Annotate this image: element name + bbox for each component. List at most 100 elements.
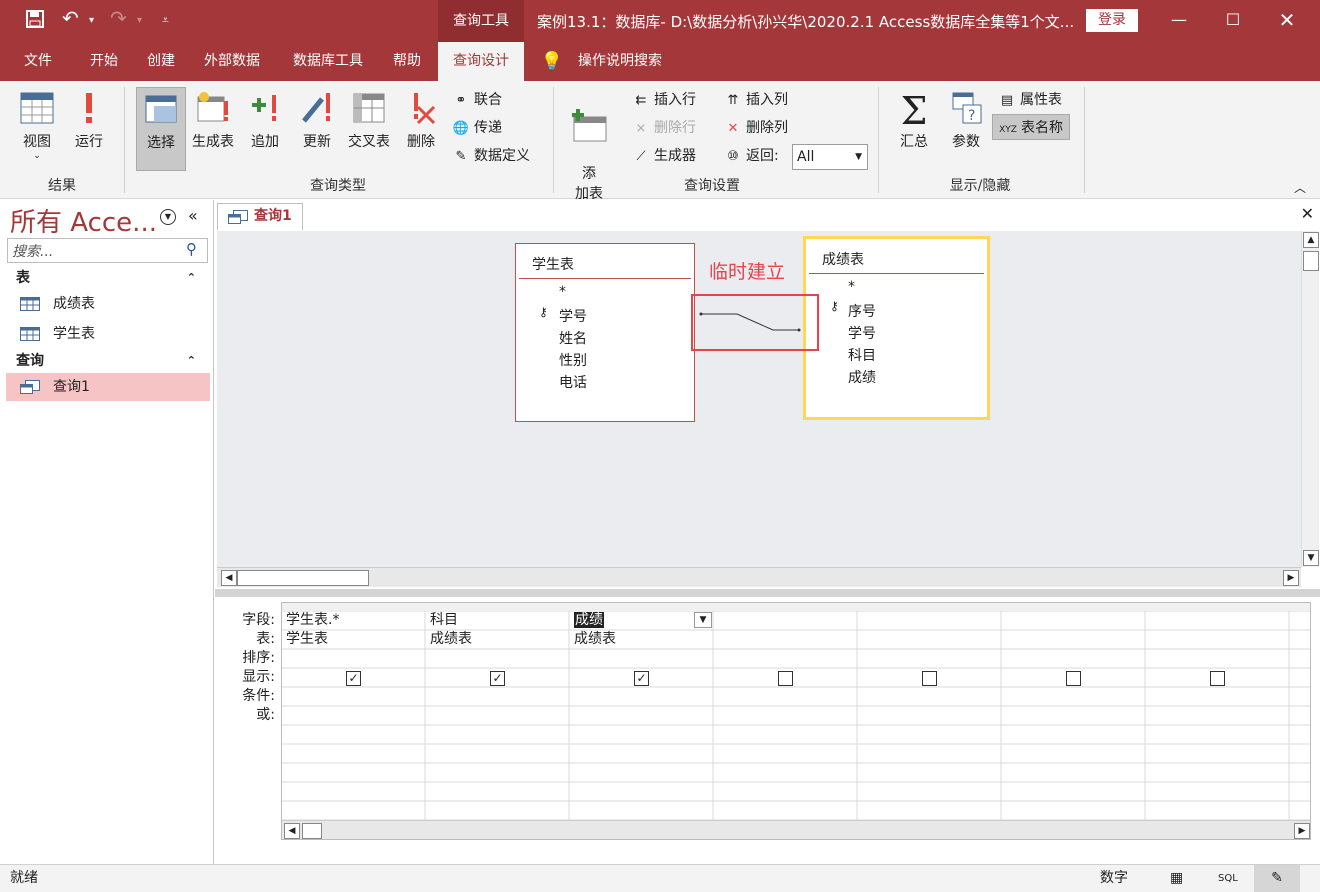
- menu-home[interactable]: 开始: [78, 42, 130, 81]
- menu-create[interactable]: 创建: [136, 42, 186, 81]
- table-names-button[interactable]: XYZ 表名称: [992, 114, 1070, 140]
- chevron-down-icon[interactable]: ▼: [694, 612, 712, 628]
- make-table-button[interactable]: 生成表: [188, 87, 238, 159]
- pane-splitter[interactable]: [215, 589, 1320, 597]
- grid-field-cell-active[interactable]: 成绩 ▼: [570, 611, 713, 630]
- grid-field-cell[interactable]: 学生表.*: [282, 611, 425, 630]
- crosstab-button[interactable]: 交叉表: [344, 87, 394, 159]
- property-sheet-button[interactable]: ▤ 属性表: [998, 87, 1062, 113]
- insert-rows-button[interactable]: ⇇ 插入行: [632, 87, 696, 113]
- return-select[interactable]: All ▼: [792, 144, 868, 170]
- field-item[interactable]: 序号: [848, 301, 876, 321]
- field-item[interactable]: 学号: [559, 306, 587, 326]
- delete-query-button[interactable]: 删除: [396, 87, 446, 159]
- insert-rows-label: 插入行: [654, 92, 696, 108]
- scrollbar-thumb[interactable]: [302, 823, 322, 839]
- signin-button[interactable]: 登录: [1086, 9, 1138, 32]
- builder-button[interactable]: ⟋ 生成器: [632, 143, 696, 169]
- add-table-button[interactable]: 添 加表: [564, 87, 614, 202]
- show-checkbox[interactable]: [1210, 671, 1225, 686]
- update-button[interactable]: 更新: [292, 87, 342, 159]
- scroll-down-icon[interactable]: ▼: [1303, 550, 1319, 566]
- close-icon[interactable]: ✕: [1272, 8, 1302, 32]
- scroll-left-icon[interactable]: ◀: [221, 570, 237, 586]
- scrollbar-thumb[interactable]: [1303, 251, 1319, 271]
- show-checkbox[interactable]: ✓: [346, 671, 361, 686]
- scroll-up-icon[interactable]: ▲: [1303, 232, 1319, 248]
- table-box-scores[interactable]: 成绩表 * ⚷ 序号 学号 科目 成绩: [803, 236, 990, 420]
- field-item[interactable]: 姓名: [559, 328, 587, 348]
- search-icon[interactable]: ⚲: [186, 240, 206, 261]
- menu-query-design[interactable]: 查询设计: [438, 42, 524, 81]
- show-checkbox[interactable]: ✓: [490, 671, 505, 686]
- tell-me-search[interactable]: 操作说明搜索: [570, 42, 670, 81]
- insert-columns-button[interactable]: ⇈ 插入列: [724, 87, 788, 113]
- data-definition-button[interactable]: ✎ 数据定义: [452, 143, 530, 169]
- union-button[interactable]: ⚭ 联合: [452, 87, 502, 113]
- pass-through-button[interactable]: 🌐 传递: [452, 115, 502, 141]
- menu-file[interactable]: 文件: [10, 42, 66, 81]
- show-checkbox[interactable]: [1066, 671, 1081, 686]
- delete-columns-button[interactable]: ✕ 删除列: [724, 115, 788, 141]
- minimize-icon[interactable]: —: [1164, 8, 1194, 32]
- nav-item-scores-table[interactable]: 成绩表: [6, 290, 210, 318]
- field-item[interactable]: 电话: [559, 372, 587, 392]
- grid-field-cell[interactable]: 科目: [426, 611, 569, 630]
- run-button[interactable]: 运行: [64, 87, 114, 159]
- nav-section-tables[interactable]: 表 ⌃: [6, 267, 210, 289]
- grid-table-cell[interactable]: 学生表: [282, 630, 425, 649]
- design-view-icon[interactable]: ✎: [1254, 865, 1300, 892]
- nav-item-query1[interactable]: 查询1: [6, 373, 210, 401]
- menu-external-data[interactable]: 外部数据: [196, 42, 268, 81]
- field-item[interactable]: 成绩: [848, 367, 876, 387]
- field-item[interactable]: 学号: [848, 323, 876, 343]
- scroll-right-icon[interactable]: ▶: [1294, 823, 1310, 839]
- collapse-icon[interactable]: ⌃: [187, 350, 196, 372]
- collapse-ribbon-icon[interactable]: ︿: [1294, 179, 1306, 196]
- view-button[interactable]: 视图 ⌄: [12, 87, 62, 161]
- customize-qat-icon[interactable]: ⩡: [162, 13, 169, 28]
- show-checkbox[interactable]: [922, 671, 937, 686]
- table-box-students[interactable]: 学生表 * ⚷ 学号 姓名 性别 电话: [515, 243, 695, 422]
- grid-table-cell[interactable]: 成绩表: [570, 630, 713, 649]
- show-checkbox[interactable]: [778, 671, 793, 686]
- append-button[interactable]: 追加: [240, 87, 290, 159]
- nav-section-queries[interactable]: 查询 ⌃: [6, 350, 210, 372]
- undo-dropdown-icon[interactable]: ▾: [89, 15, 94, 26]
- save-icon[interactable]: [26, 10, 44, 32]
- parameters-button[interactable]: ? 参数: [941, 87, 991, 159]
- scrollbar-thumb[interactable]: [237, 570, 369, 586]
- menu-help[interactable]: 帮助: [382, 42, 432, 81]
- tab-query1[interactable]: 查询1: [217, 203, 303, 230]
- sql-view-button[interactable]: SQL: [1218, 865, 1238, 892]
- vertical-scrollbar[interactable]: ▲ ▼: [1301, 231, 1319, 567]
- nav-menu-icon[interactable]: ▼: [160, 209, 176, 225]
- field-item[interactable]: 科目: [848, 345, 876, 365]
- close-document-icon[interactable]: ✕: [1301, 204, 1314, 223]
- field-item[interactable]: *: [848, 279, 855, 295]
- table-box-title: 学生表: [532, 257, 574, 273]
- field-item[interactable]: *: [559, 284, 566, 300]
- nav-pane-title[interactable]: 所有 Acce...: [10, 202, 157, 239]
- grid-table-cell[interactable]: 成绩表: [426, 630, 569, 649]
- collapse-icon[interactable]: ⌃: [187, 267, 196, 289]
- datasheet-view-icon[interactable]: ▦: [1170, 865, 1183, 892]
- nav-search-input[interactable]: 搜索...: [7, 238, 208, 263]
- field-item[interactable]: 性别: [559, 350, 587, 370]
- update-icon: [292, 91, 342, 131]
- horizontal-scrollbar[interactable]: ◀ ▶: [217, 567, 1301, 587]
- undo-icon[interactable]: ↶: [62, 6, 79, 30]
- scroll-right-icon[interactable]: ▶: [1283, 570, 1299, 586]
- menu-database-tools[interactable]: 数据库工具: [282, 42, 374, 81]
- wand-icon: ⟋: [636, 149, 646, 164]
- totals-button[interactable]: Σ 汇总: [889, 87, 939, 159]
- nav-item-students-table[interactable]: 学生表: [6, 320, 210, 348]
- select-query-button[interactable]: 选择: [136, 87, 186, 171]
- maximize-icon[interactable]: ☐: [1218, 8, 1248, 32]
- scroll-left-icon[interactable]: ◀: [284, 823, 300, 839]
- union-label: 联合: [474, 92, 502, 108]
- select-query-label: 选择: [147, 135, 175, 151]
- grid-horizontal-scrollbar[interactable]: ◀ ▶: [282, 820, 1310, 839]
- shutter-bar-icon[interactable]: «: [188, 206, 198, 225]
- show-checkbox[interactable]: ✓: [634, 671, 649, 686]
